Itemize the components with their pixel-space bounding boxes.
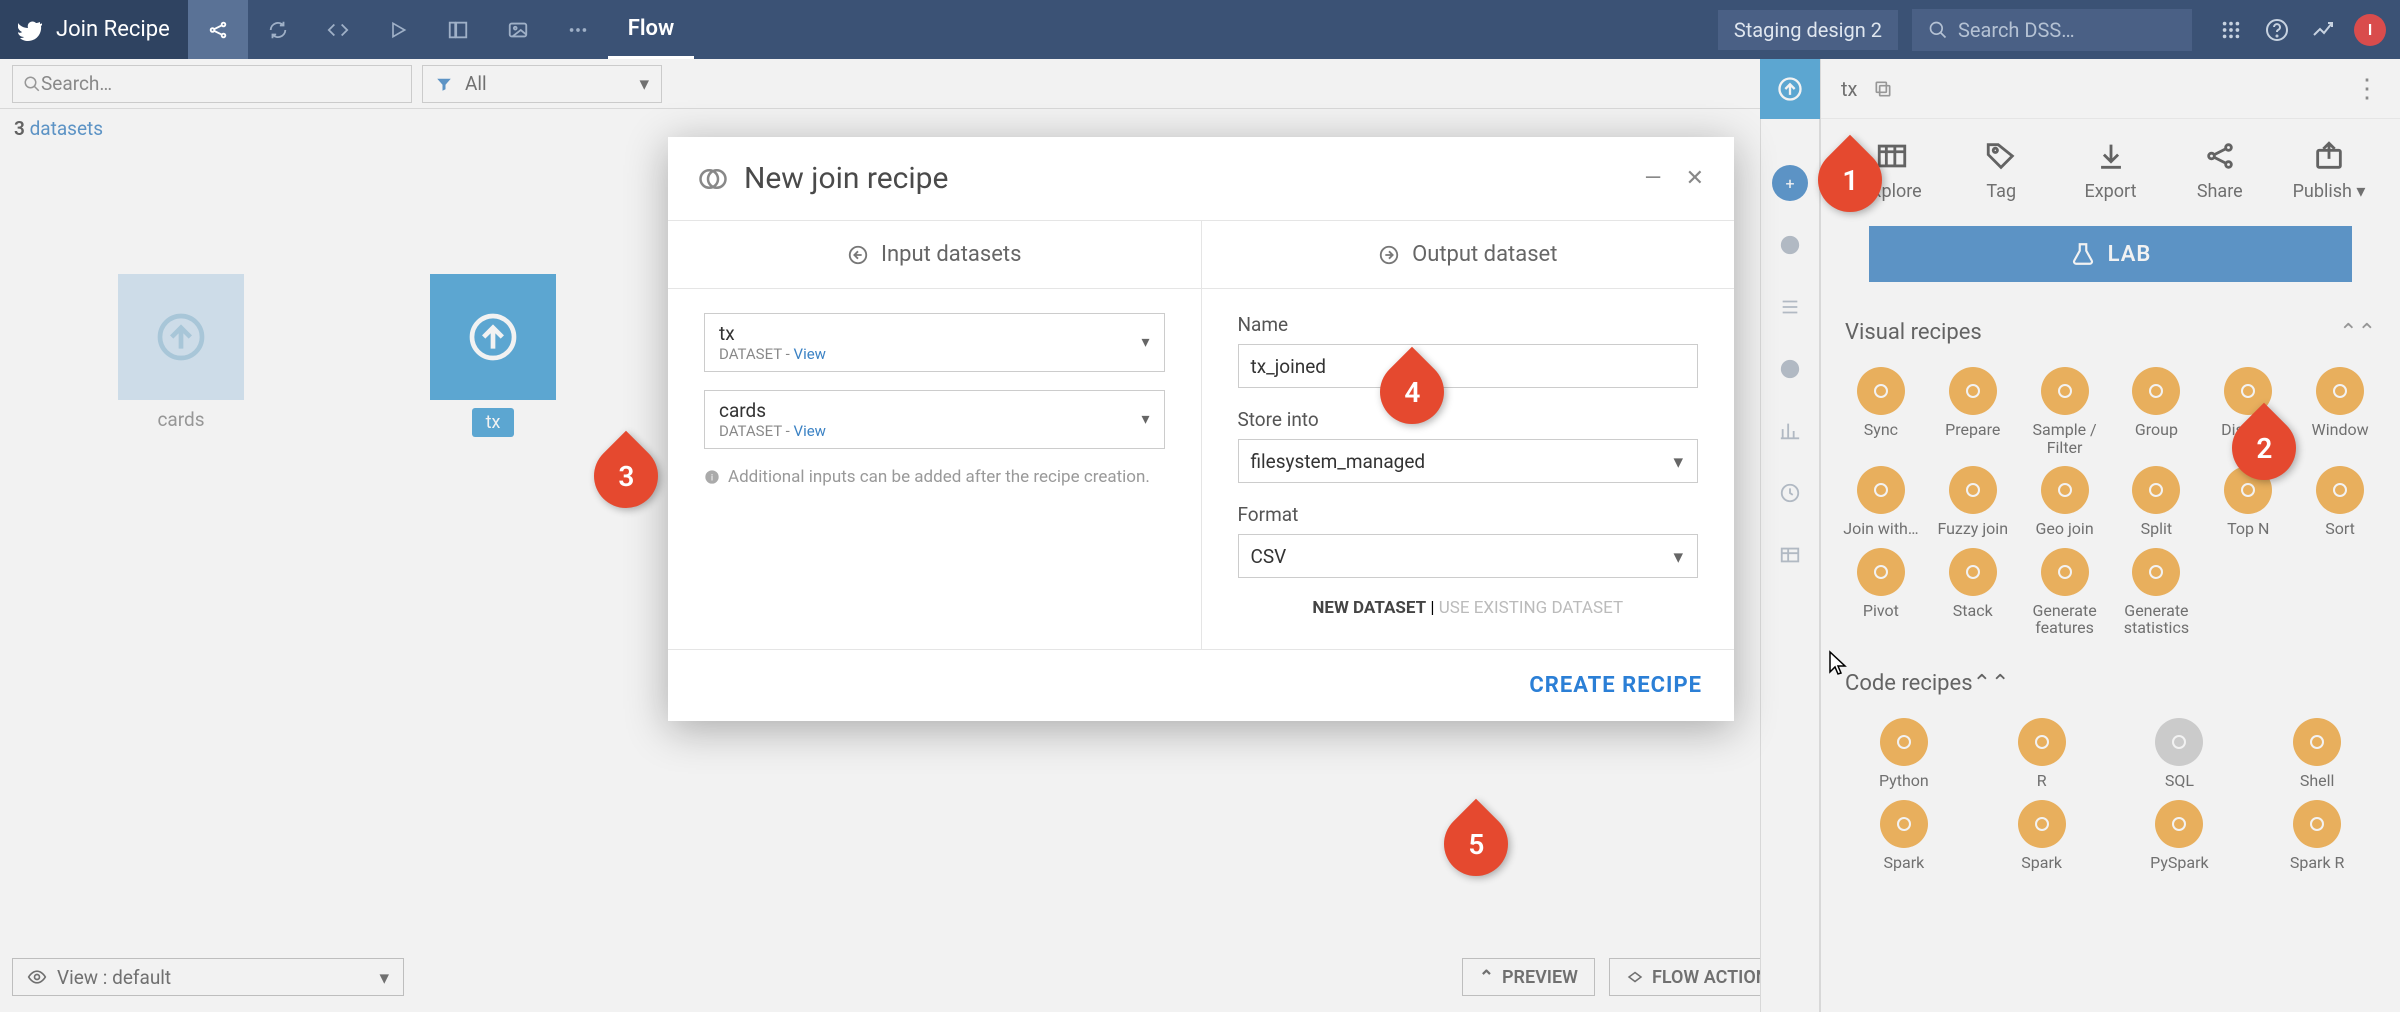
output-head: Output dataset bbox=[1202, 221, 1735, 289]
topbar: Join Recipe Flow Staging design 2 Search… bbox=[0, 0, 2400, 59]
tag-action[interactable]: Tag bbox=[1956, 139, 2046, 202]
create-recipe-button[interactable]: CREATE RECIPE bbox=[1529, 673, 1702, 698]
visual-recipe-distinct[interactable]: Distinct bbox=[2204, 367, 2292, 456]
visual-recipe-generate-features[interactable]: Generate features bbox=[2021, 548, 2109, 637]
format-label: Format bbox=[1238, 503, 1699, 526]
code-recipe-pyspark[interactable]: PySpark bbox=[2113, 800, 2247, 872]
code-recipe-python[interactable]: Python bbox=[1837, 718, 1971, 790]
code-recipe-sql[interactable]: SQL bbox=[2113, 718, 2247, 790]
store-label: Store into bbox=[1238, 408, 1699, 431]
image-icon[interactable] bbox=[488, 0, 548, 59]
flow-search-input[interactable] bbox=[41, 72, 401, 95]
flow-tab[interactable]: Flow bbox=[608, 0, 695, 59]
clock-icon[interactable] bbox=[1772, 475, 1808, 511]
svg-text:i: i bbox=[711, 472, 713, 483]
visual-recipes-grid: SyncPrepareSample / FilterGroupDistinctW… bbox=[1821, 359, 2400, 657]
visual-recipe-generate-statistics[interactable]: Generate statistics bbox=[2113, 548, 2201, 637]
view-select[interactable]: View : default bbox=[12, 958, 404, 996]
code-recipe-shell[interactable]: Shell bbox=[2250, 718, 2384, 790]
visual-recipe-join-with-[interactable]: Join with… bbox=[1837, 466, 1925, 538]
play-icon[interactable] bbox=[368, 0, 428, 59]
global-search[interactable]: Search DSS… bbox=[1912, 9, 2192, 51]
visual-recipe-stack[interactable]: Stack bbox=[1929, 548, 2017, 637]
chart-icon[interactable] bbox=[1772, 413, 1808, 449]
sidebar-strip: + bbox=[1760, 59, 1820, 1012]
format-select[interactable]: CSV bbox=[1238, 534, 1699, 578]
modal-title: New join recipe bbox=[744, 161, 948, 196]
visual-recipe-sync[interactable]: Sync bbox=[1837, 367, 1925, 456]
table-icon[interactable] bbox=[1772, 537, 1808, 573]
visual-recipe-sample-filter[interactable]: Sample / Filter bbox=[2021, 367, 2109, 456]
more-icon[interactable] bbox=[548, 0, 608, 59]
upload-action-icon[interactable] bbox=[1760, 59, 1820, 119]
export-action[interactable]: Export bbox=[2066, 139, 2156, 202]
code-recipes-head[interactable]: Code recipes⌃ bbox=[1821, 657, 2400, 710]
dataset-node-tx[interactable]: tx bbox=[430, 274, 556, 437]
visual-recipe-pivot[interactable]: Pivot bbox=[1837, 548, 1925, 637]
copy-icon[interactable] bbox=[1873, 79, 1893, 99]
name-input[interactable]: tx_joined bbox=[1238, 344, 1699, 388]
view-link[interactable]: View bbox=[794, 422, 826, 440]
store-select[interactable]: filesystem_managed bbox=[1238, 439, 1699, 483]
inputs-head: Input datasets bbox=[668, 221, 1201, 289]
code-recipe-spark[interactable]: Spark bbox=[1837, 800, 1971, 872]
publish-action[interactable]: Publish bbox=[2284, 139, 2374, 202]
add-icon[interactable]: + bbox=[1772, 165, 1808, 201]
visual-recipe-top-n[interactable]: Top N bbox=[2204, 466, 2292, 538]
help-icon[interactable] bbox=[2254, 7, 2300, 53]
datasets-link[interactable]: datasets bbox=[30, 117, 104, 140]
visual-recipe-prepare[interactable]: Prepare bbox=[1929, 367, 2017, 456]
flow-search[interactable] bbox=[12, 65, 412, 103]
code-recipe-spark-r[interactable]: Spark R bbox=[2250, 800, 2384, 872]
info-icon[interactable] bbox=[1772, 227, 1808, 263]
dataset-mode-toggle[interactable]: NEW DATASET | USE EXISTING DATASET bbox=[1238, 598, 1699, 618]
check-icon[interactable] bbox=[1772, 351, 1808, 387]
dataset-node-cards[interactable]: cards bbox=[118, 274, 244, 431]
activity-icon[interactable] bbox=[2300, 7, 2346, 53]
lab-button[interactable]: LAB bbox=[1869, 226, 2352, 282]
visual-recipe-fuzzy-join[interactable]: Fuzzy join bbox=[1929, 466, 2017, 538]
cycle-icon[interactable] bbox=[248, 0, 308, 59]
panel-menu-icon[interactable]: ⋮ bbox=[2354, 74, 2380, 104]
input-hint: i Additional inputs can be added after t… bbox=[704, 467, 1165, 487]
rp-header: tx ⋮ bbox=[1821, 59, 2400, 119]
visual-recipe-window[interactable]: Window bbox=[2296, 367, 2384, 456]
visual-recipe-group[interactable]: Group bbox=[2113, 367, 2201, 456]
input-dataset-2[interactable]: cards DATASET - View bbox=[704, 390, 1165, 449]
view-link[interactable]: View bbox=[794, 345, 826, 363]
app-title: Join Recipe bbox=[0, 0, 188, 59]
filter-select[interactable]: All bbox=[422, 65, 662, 103]
name-label: Name bbox=[1238, 313, 1699, 336]
visual-recipes-head[interactable]: Visual recipes⌃ bbox=[1821, 306, 2400, 359]
explore-action[interactable]: Explore bbox=[1847, 139, 1937, 202]
visual-recipe-geo-join[interactable]: Geo join bbox=[2021, 466, 2109, 538]
code-recipe-spark[interactable]: Spark bbox=[1975, 800, 2109, 872]
code-icon[interactable] bbox=[308, 0, 368, 59]
input-dataset-1[interactable]: tx DATASET - View bbox=[704, 313, 1165, 372]
share-action[interactable]: Share bbox=[2175, 139, 2265, 202]
new-join-modal: New join recipe — ✕ Input datasets tx DA… bbox=[668, 137, 1734, 721]
share-icon[interactable] bbox=[188, 0, 248, 59]
code-recipe-r[interactable]: R bbox=[1975, 718, 2109, 790]
preview-button[interactable]: ⌃PREVIEW bbox=[1462, 958, 1595, 996]
right-panel: tx ⋮ Explore Tag Export Share Publish LA… bbox=[1820, 59, 2400, 1012]
minimize-icon[interactable]: — bbox=[1644, 166, 1661, 191]
visual-recipe-split[interactable]: Split bbox=[2113, 466, 2201, 538]
apps-icon[interactable] bbox=[2208, 7, 2254, 53]
staging-tag[interactable]: Staging design 2 bbox=[1718, 10, 1898, 50]
columns-icon[interactable] bbox=[428, 0, 488, 59]
close-icon[interactable]: ✕ bbox=[1686, 166, 1704, 191]
visual-recipe-sort[interactable]: Sort bbox=[2296, 466, 2384, 538]
code-recipes-grid: PythonRSQLShellSparkSparkPySparkSpark R bbox=[1821, 710, 2400, 875]
list-icon[interactable] bbox=[1772, 289, 1808, 325]
avatar[interactable]: I bbox=[2354, 14, 2386, 46]
